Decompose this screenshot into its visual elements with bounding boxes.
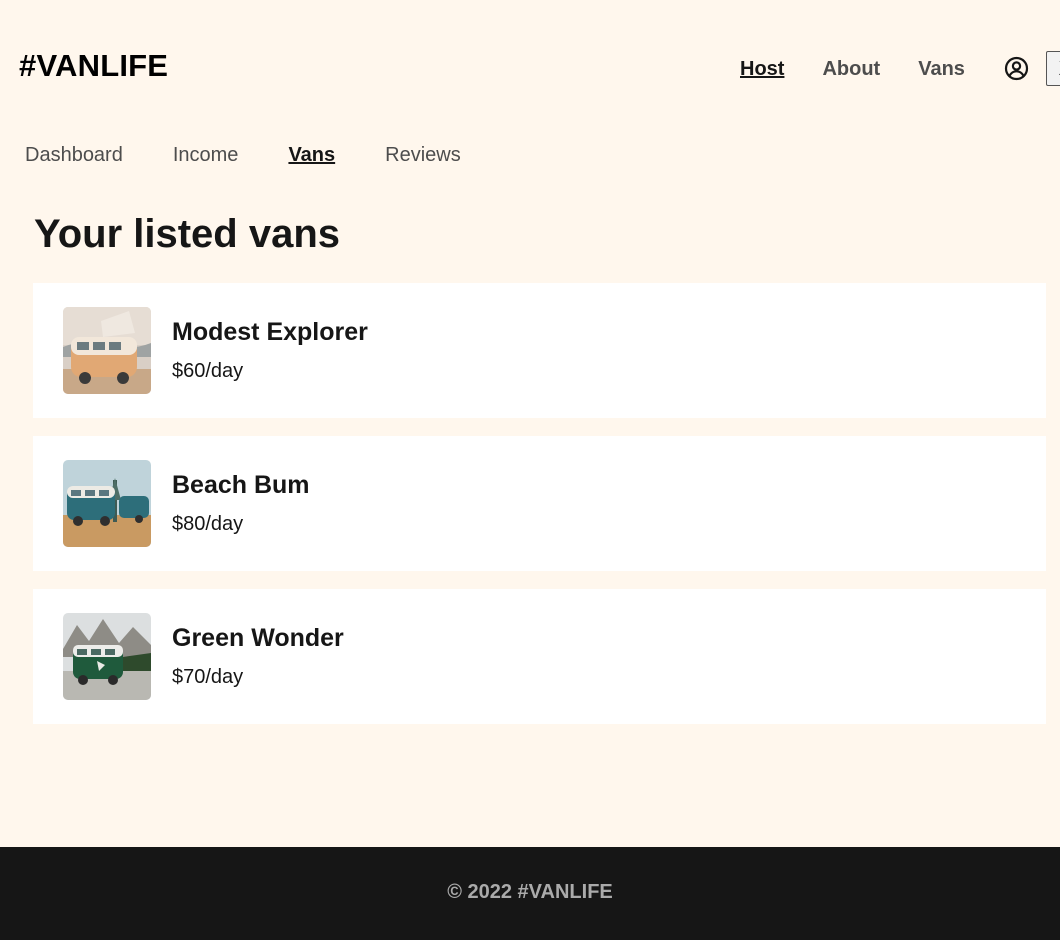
site-logo[interactable]: #VANLIFE xyxy=(19,48,168,84)
van-price: $60/day xyxy=(172,360,244,382)
nav-link-vans[interactable]: Vans xyxy=(918,57,965,81)
van-image-modest-explorer xyxy=(63,307,151,394)
van-name: Modest Explorer xyxy=(172,318,368,346)
host-subnav: Dashboard Income Vans Reviews xyxy=(25,142,511,168)
van-list: Modest Explorer $60/day Beach Bum $80/da… xyxy=(33,283,1046,742)
van-name: Beach Bum xyxy=(172,471,310,499)
tab-income[interactable]: Income xyxy=(173,142,239,168)
tab-reviews[interactable]: Reviews xyxy=(385,142,461,168)
van-card-green-wonder[interactable]: Green Wonder $70/day xyxy=(33,589,1046,724)
site-footer: © 2022 #VANLIFE xyxy=(0,847,1060,940)
site-header: #VANLIFE Host About Vans X xyxy=(0,0,1060,136)
close-button[interactable]: X xyxy=(1046,51,1060,86)
page-title: Your listed vans xyxy=(34,212,341,256)
user-circle-icon[interactable] xyxy=(1004,56,1029,81)
nav-link-host[interactable]: Host xyxy=(740,57,784,81)
van-card-modest-explorer[interactable]: Modest Explorer $60/day xyxy=(33,283,1046,418)
tab-dashboard[interactable]: Dashboard xyxy=(25,142,123,168)
van-name: Green Wonder xyxy=(172,624,344,652)
nav-link-about[interactable]: About xyxy=(822,57,880,81)
main-nav: Host About Vans xyxy=(740,56,1003,82)
van-image-green-wonder xyxy=(63,613,151,700)
van-price: $80/day xyxy=(172,513,244,535)
page: #VANLIFE Host About Vans X Dashboard Inc… xyxy=(0,0,1060,940)
van-image-beach-bum xyxy=(63,460,151,547)
van-price: $70/day xyxy=(172,666,244,688)
footer-copyright: © 2022 #VANLIFE xyxy=(447,881,613,903)
van-card-beach-bum[interactable]: Beach Bum $80/day xyxy=(33,436,1046,571)
tab-vans[interactable]: Vans xyxy=(288,142,335,168)
